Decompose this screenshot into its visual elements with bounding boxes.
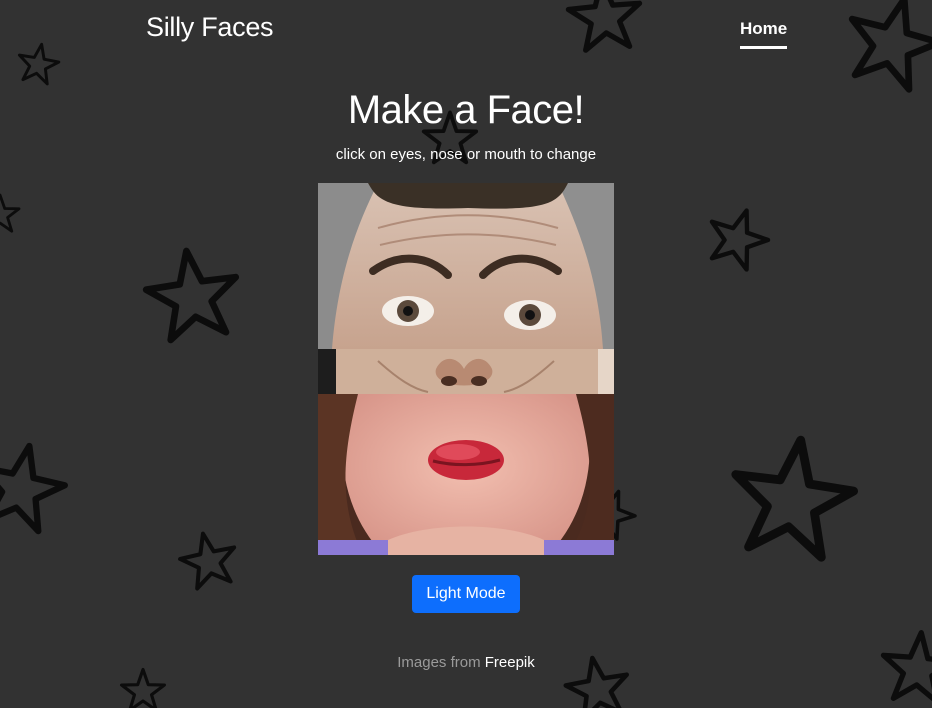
footer-credit: Images from Freepik: [0, 654, 932, 671]
light-mode-button[interactable]: Light Mode: [412, 575, 520, 613]
page-subtitle: click on eyes, nose or mouth to change: [335, 146, 597, 163]
nose-image[interactable]: [318, 349, 614, 394]
main-content: Make a Face! click on eyes, nose or mout…: [0, 0, 932, 708]
mouth-image[interactable]: [318, 394, 614, 555]
face-composite: [318, 183, 614, 555]
credit-prefix: Images from: [397, 654, 481, 671]
freepik-link[interactable]: Freepik: [485, 654, 535, 671]
eyes-image[interactable]: [318, 183, 614, 349]
page-title: Make a Face!: [347, 88, 585, 132]
